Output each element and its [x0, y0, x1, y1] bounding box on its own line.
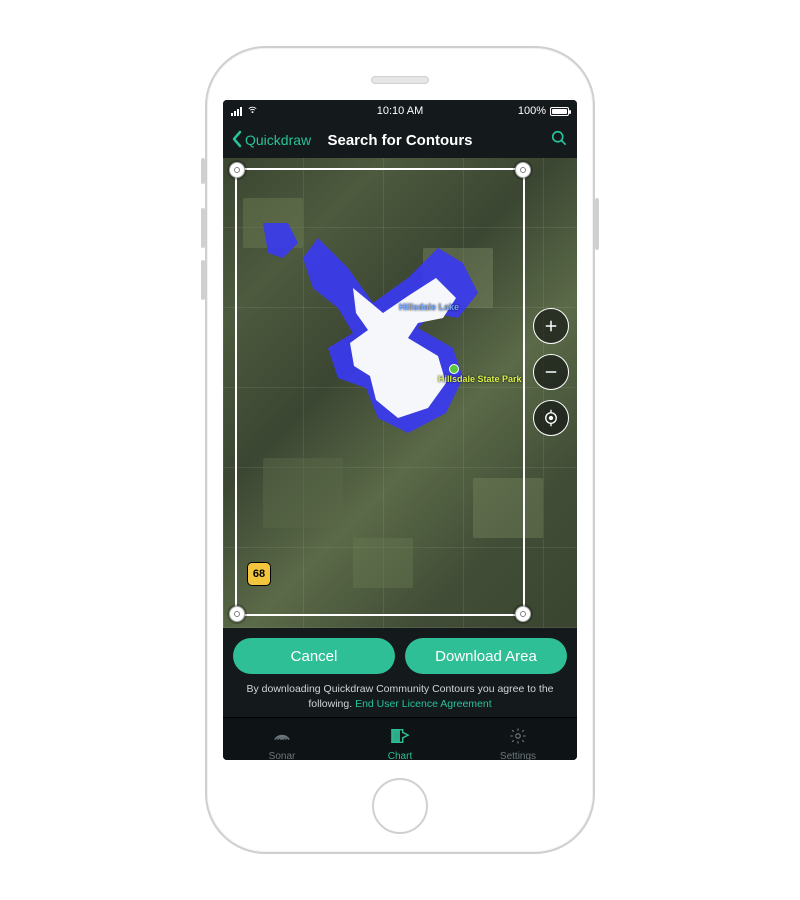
zoom-in-button[interactable]: [533, 308, 569, 344]
screen: 10:10 AM 100% Quickdraw Search for Conto…: [223, 100, 577, 760]
tab-sonar[interactable]: Sonar: [223, 718, 341, 760]
tab-label: Sonar: [269, 751, 296, 760]
search-button[interactable]: [549, 128, 569, 153]
tab-label: Chart: [388, 751, 412, 760]
zoom-out-button[interactable]: [533, 354, 569, 390]
sonar-icon: [271, 727, 293, 748]
chart-icon: [389, 727, 411, 748]
resize-handle-tl[interactable]: [229, 162, 245, 178]
action-bar: Cancel Download Area By downloading Quic…: [223, 628, 577, 717]
map-controls: [533, 308, 569, 436]
status-bar: 10:10 AM 100%: [223, 100, 577, 122]
volume-up: [201, 208, 205, 248]
gear-icon: [507, 727, 529, 748]
mute-switch: [201, 158, 205, 184]
resize-handle-br[interactable]: [515, 606, 531, 622]
tab-chart[interactable]: Chart: [341, 718, 459, 760]
cancel-button[interactable]: Cancel: [233, 638, 395, 674]
resize-handle-tr[interactable]: [515, 162, 531, 178]
page-title: Search for Contours: [223, 132, 577, 149]
selection-rectangle[interactable]: [235, 168, 525, 616]
power-button: [595, 198, 599, 250]
signal-icon: [231, 107, 242, 116]
locate-button[interactable]: [533, 400, 569, 436]
nav-bar: Quickdraw Search for Contours: [223, 122, 577, 158]
map-view[interactable]: Hillsdale Lake Hillsdale State Park 68: [223, 158, 577, 628]
home-button[interactable]: [372, 778, 428, 834]
battery-label: 100%: [518, 105, 546, 117]
volume-down: [201, 260, 205, 300]
wifi-icon: [246, 105, 259, 118]
resize-handle-bl[interactable]: [229, 606, 245, 622]
tab-bar: Sonar Chart: [223, 717, 577, 760]
route-marker: 68: [247, 562, 271, 586]
disclaimer-text: By downloading Quickdraw Community Conto…: [233, 674, 567, 713]
tab-label: Settings: [500, 751, 536, 760]
download-area-button[interactable]: Download Area: [405, 638, 567, 674]
tab-settings[interactable]: Settings: [459, 718, 577, 760]
phone-speaker: [371, 76, 429, 84]
eula-link[interactable]: End User Licence Agreement: [355, 698, 492, 710]
battery-icon: [550, 107, 569, 116]
phone-frame: 10:10 AM 100% Quickdraw Search for Conto…: [205, 46, 595, 854]
